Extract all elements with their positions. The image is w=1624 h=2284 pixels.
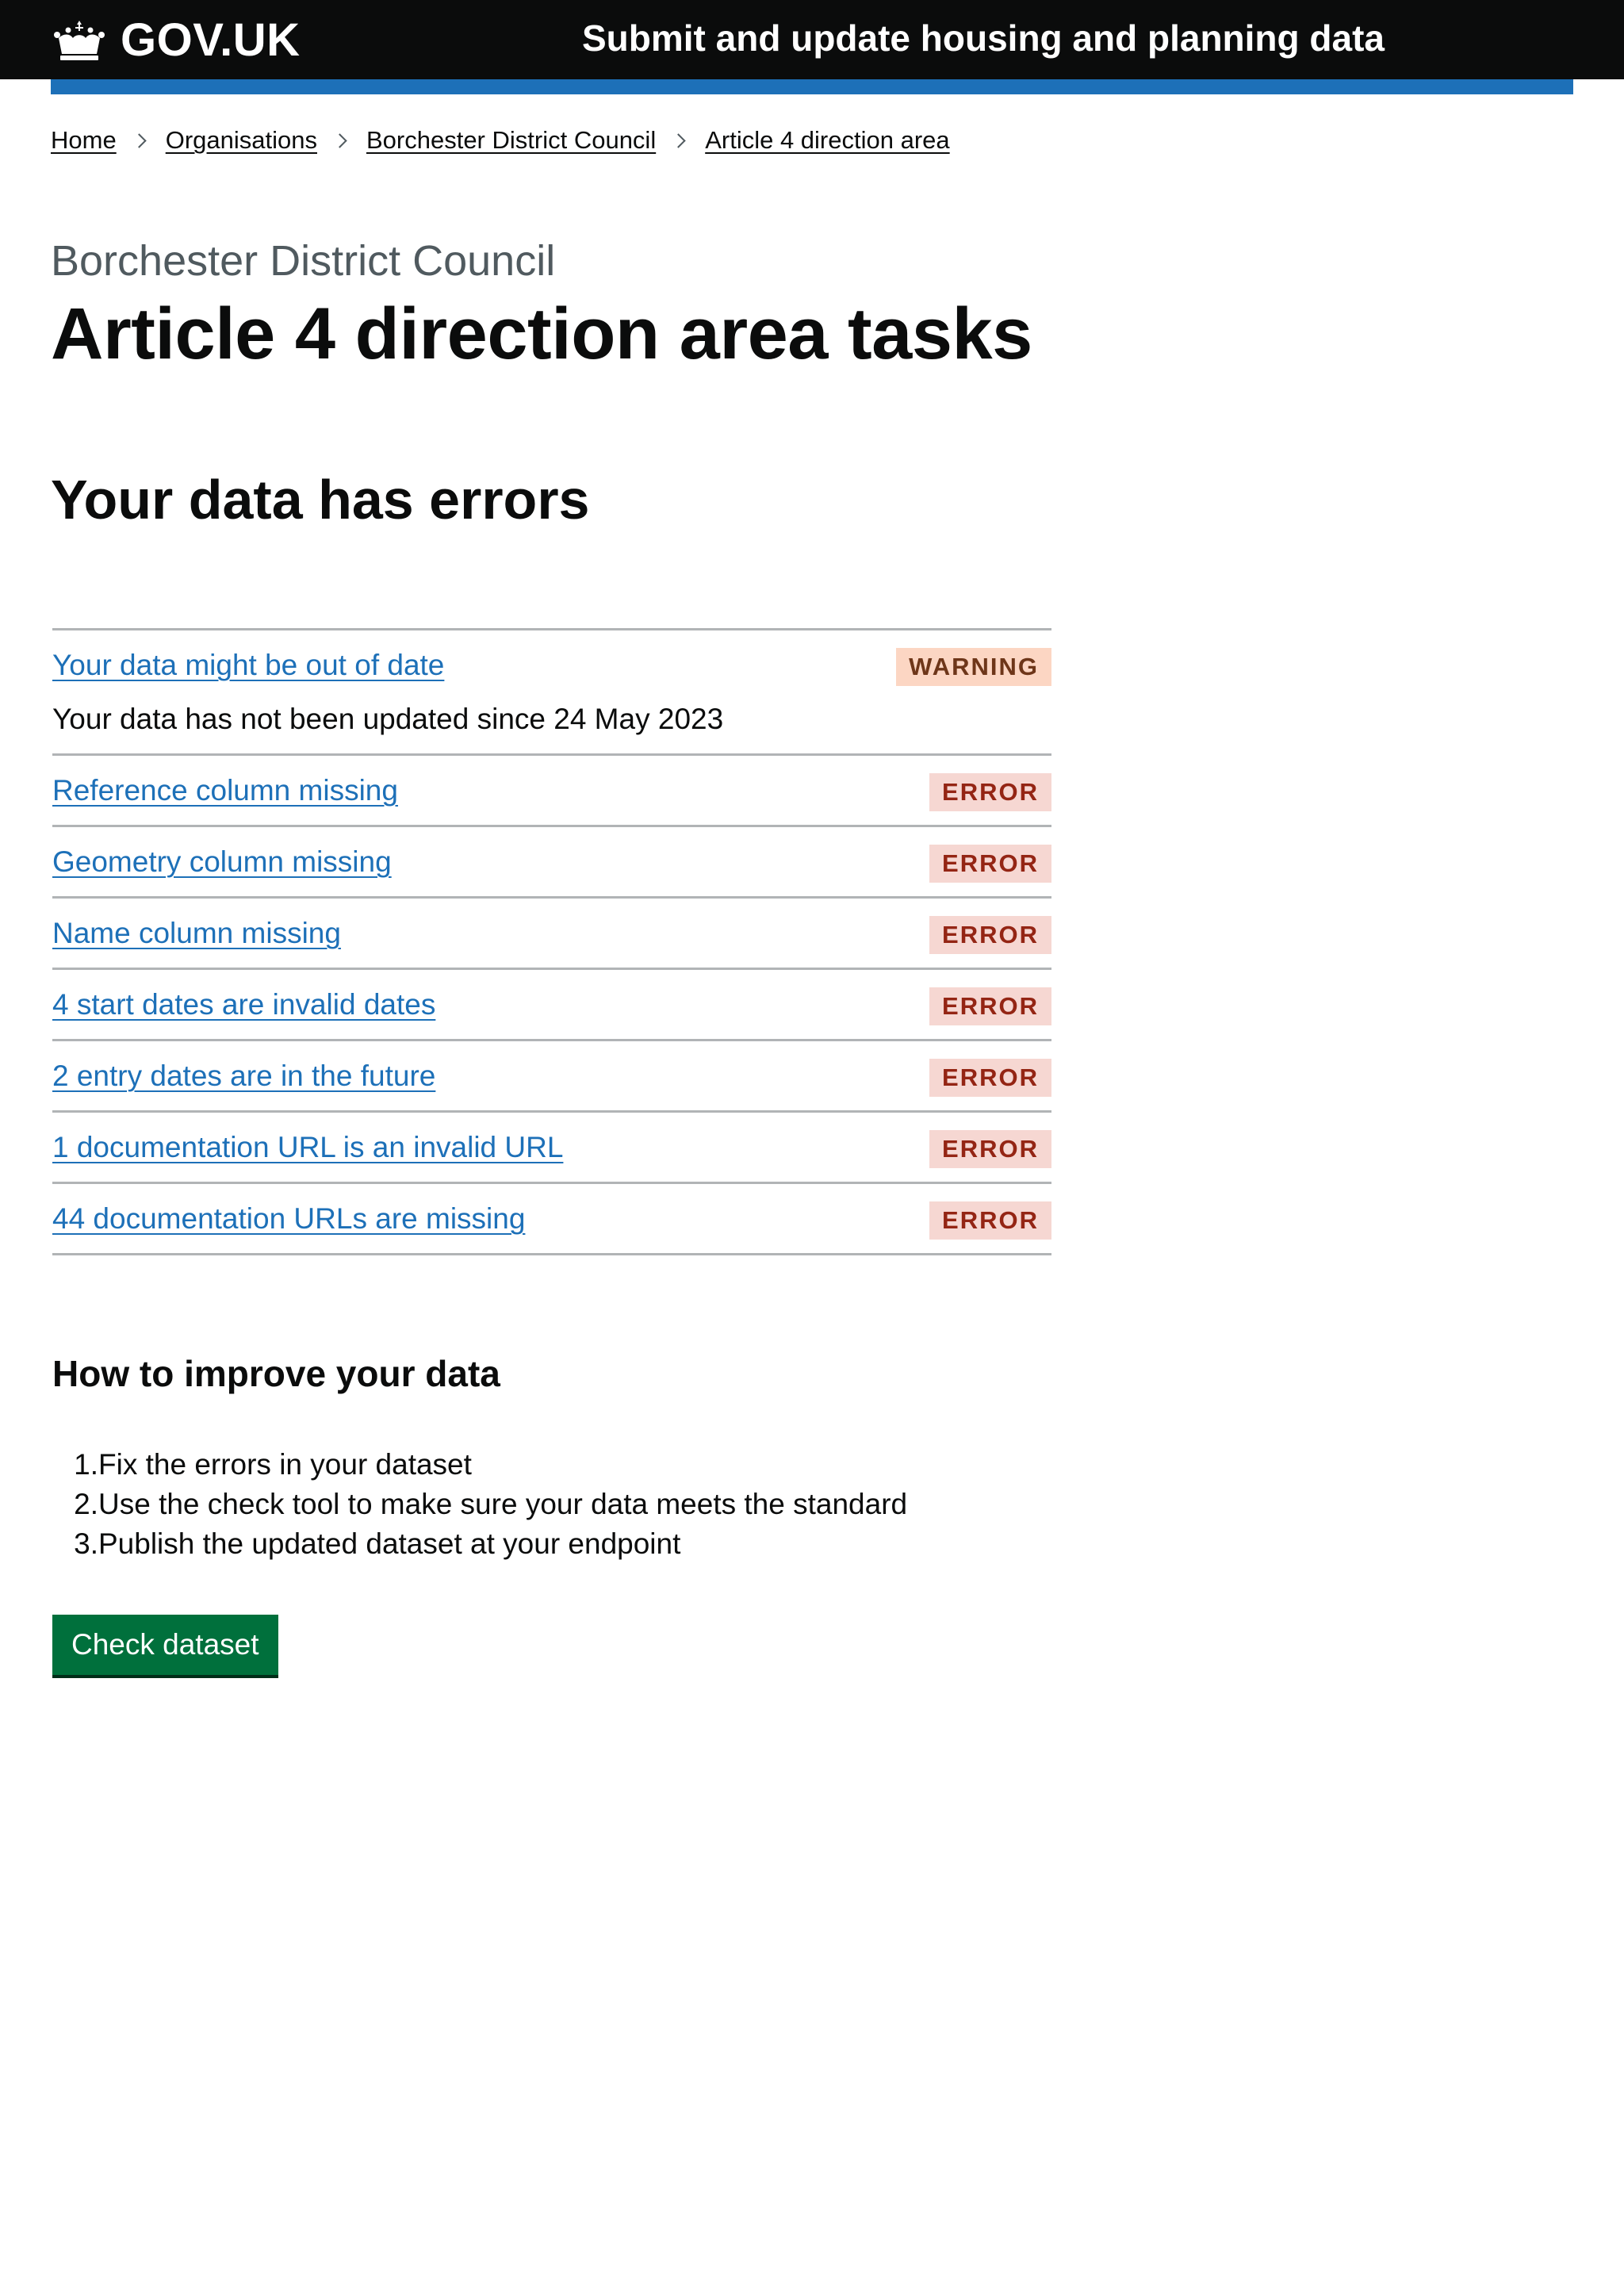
improvement-steps-list: 1. Fix the errors in your dataset 2. Use… (52, 1445, 907, 1564)
task-link-invalid-start-dates[interactable]: 4 start dates are invalid dates (52, 986, 435, 1024)
breadcrumb-home[interactable]: Home (51, 124, 117, 157)
page-caption: Borchester District Council (51, 237, 556, 285)
chevron-right-icon (672, 124, 689, 157)
breadcrumb-dataset[interactable]: Article 4 direction area (705, 124, 949, 157)
task-list: Your data might be out of date WARNING Y… (52, 628, 1051, 1255)
task-link-name-missing[interactable]: Name column missing (52, 914, 341, 952)
status-tag-warning: WARNING (896, 648, 1051, 686)
status-tag-error: ERROR (929, 987, 1051, 1025)
task-item: Geometry column missing ERROR (52, 827, 1051, 899)
govuk-logo-link[interactable]: GOV.UK (51, 13, 301, 66)
task-link-reference-missing[interactable]: Reference column missing (52, 772, 398, 810)
step-text: Publish the updated dataset at your endp… (98, 1527, 681, 1560)
status-tag-error: ERROR (929, 1130, 1051, 1168)
task-item: 1 documentation URL is an invalid URL ER… (52, 1113, 1051, 1184)
step-number: 3. (74, 1527, 98, 1560)
task-item: Name column missing ERROR (52, 899, 1051, 970)
task-hint: Your data has not been updated since 24 … (52, 703, 724, 735)
status-tag-error: ERROR (929, 845, 1051, 883)
task-link-invalid-documentation-url[interactable]: 1 documentation URL is an invalid URL (52, 1129, 563, 1167)
chevron-right-icon (333, 124, 350, 157)
status-tag-error: ERROR (929, 773, 1051, 811)
status-tag-error: ERROR (929, 1201, 1051, 1240)
site-header: GOV.UK Submit and update housing and pla… (0, 0, 1624, 79)
list-item: 1. Fix the errors in your dataset (52, 1445, 907, 1485)
step-text: Fix the errors in your dataset (98, 1448, 472, 1481)
step-number: 2. (74, 1488, 98, 1520)
task-item: Your data might be out of date WARNING Y… (52, 630, 1051, 756)
list-item: 2. Use the check tool to make sure your … (52, 1485, 907, 1524)
task-item: 4 start dates are invalid dates ERROR (52, 970, 1051, 1041)
step-text: Use the check tool to make sure your dat… (98, 1488, 908, 1520)
header-blue-bar (51, 79, 1573, 94)
task-link-geometry-missing[interactable]: Geometry column missing (52, 843, 392, 881)
logo-text: GOV.UK (121, 13, 301, 66)
chevron-right-icon (132, 124, 150, 157)
improve-heading: How to improve your data (52, 1353, 500, 1394)
page-title: Article 4 direction area tasks (51, 293, 1032, 374)
check-dataset-button[interactable]: Check dataset (52, 1615, 278, 1675)
section-heading: Your data has errors (51, 469, 590, 531)
step-number: 1. (74, 1448, 98, 1481)
list-item: 3. Publish the updated dataset at your e… (52, 1524, 907, 1564)
breadcrumb: Home Organisations Borchester District C… (51, 124, 950, 157)
task-link-out-of-date[interactable]: Your data might be out of date (52, 646, 444, 684)
task-item: Reference column missing ERROR (52, 756, 1051, 827)
service-name-link[interactable]: Submit and update housing and planning d… (582, 16, 1385, 60)
task-link-future-entry-dates[interactable]: 2 entry dates are in the future (52, 1057, 435, 1095)
task-link-missing-documentation-urls[interactable]: 44 documentation URLs are missing (52, 1200, 525, 1238)
crown-icon (54, 21, 105, 60)
status-tag-error: ERROR (929, 1059, 1051, 1097)
breadcrumb-organisations[interactable]: Organisations (166, 124, 317, 157)
status-tag-error: ERROR (929, 916, 1051, 954)
breadcrumb-organisation[interactable]: Borchester District Council (366, 124, 656, 157)
task-item: 44 documentation URLs are missing ERROR (52, 1184, 1051, 1255)
task-item: 2 entry dates are in the future ERROR (52, 1041, 1051, 1113)
